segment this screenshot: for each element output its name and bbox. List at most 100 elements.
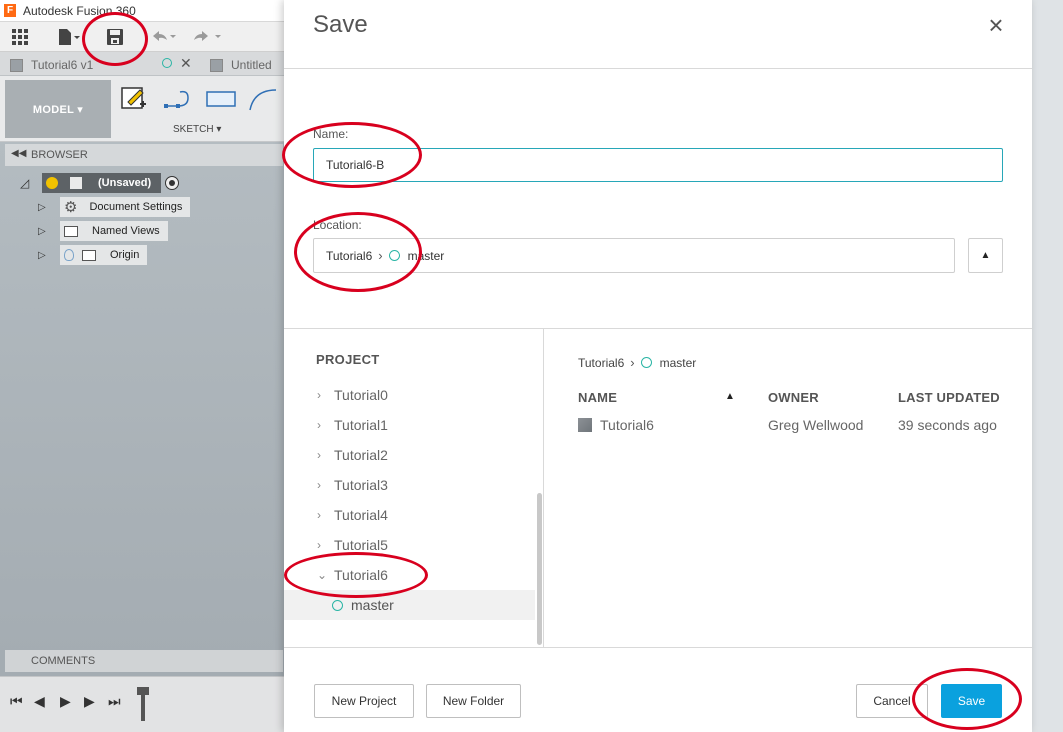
component-icon xyxy=(70,177,82,189)
column-last-updated[interactable]: LAST UPDATED xyxy=(898,390,1000,405)
save-icon[interactable] xyxy=(104,27,126,47)
lightbulb-icon[interactable] xyxy=(46,177,58,189)
project-item[interactable]: › Tutorial1 xyxy=(284,410,535,440)
go-to-start-icon[interactable]: ⏮ xyxy=(10,693,23,710)
go-to-end-icon[interactable]: ⏭ xyxy=(108,693,121,710)
browser-root-row[interactable]: ◿ (Unsaved) xyxy=(20,173,180,193)
project-item-expanded[interactable]: ⌄ Tutorial6 xyxy=(284,560,535,590)
file-name: Tutorial6 xyxy=(600,417,654,433)
play-icon[interactable]: ▶ xyxy=(60,693,71,710)
project-item[interactable]: › Tutorial2 xyxy=(284,440,535,470)
browser-title: BROWSER xyxy=(31,149,88,161)
save-dialog: Save × Name: Location: Tutorial6 › maste… xyxy=(284,0,1032,732)
column-owner[interactable]: OWNER xyxy=(768,390,819,405)
step-back-icon[interactable]: ◀ xyxy=(34,693,45,710)
project-label: Tutorial6 xyxy=(334,567,388,583)
app-title: Autodesk Fusion 360 xyxy=(23,4,136,18)
project-item[interactable]: › Tutorial0 xyxy=(284,380,535,410)
timeline-marker[interactable] xyxy=(137,687,149,721)
workspace-switcher-button[interactable]: MODEL ▾ xyxy=(5,80,111,138)
chevron-right-icon: › xyxy=(317,538,321,552)
new-folder-button[interactable]: New Folder xyxy=(426,684,521,718)
new-project-button[interactable]: New Project xyxy=(314,684,414,718)
comments-bar[interactable]: COMMENTS xyxy=(5,650,283,672)
folder-icon xyxy=(64,225,78,237)
tree-label: Origin xyxy=(110,249,140,261)
dialog-title: Save xyxy=(313,11,368,38)
project-item[interactable]: › Tutorial3 xyxy=(284,470,535,500)
rectangle-tool-icon[interactable] xyxy=(204,86,238,117)
project-item[interactable]: › Tutorial5 xyxy=(284,530,535,560)
collapse-browser-icon[interactable]: ◀◀ xyxy=(11,148,26,159)
folder-ring-icon xyxy=(388,250,400,261)
tree-chip[interactable]: Origin xyxy=(60,245,148,265)
design-cube-icon xyxy=(578,418,592,432)
grid-menu-icon[interactable] xyxy=(10,27,30,47)
save-button[interactable]: Save xyxy=(941,684,1002,718)
sketch-menu-label[interactable]: SKETCH ▾ xyxy=(173,124,221,135)
tree-chip[interactable]: ⚙ Document Settings xyxy=(60,197,191,217)
chevron-right-icon: › xyxy=(317,448,321,462)
expand-triangle-icon[interactable]: ◿ xyxy=(20,176,34,190)
sketch-tools xyxy=(118,84,288,114)
arc-tool-icon[interactable] xyxy=(246,86,280,117)
folder-ring-icon xyxy=(332,599,343,611)
tab-label: Untitled xyxy=(231,58,272,72)
collapse-location-button[interactable]: ▲ xyxy=(968,238,1003,273)
gear-icon: ⚙ xyxy=(64,199,78,216)
location-field[interactable]: Tutorial6 › master xyxy=(313,238,955,273)
line-tool-icon[interactable] xyxy=(162,86,196,117)
divider xyxy=(284,68,1032,69)
folder-label: master xyxy=(351,597,394,613)
file-updated: 39 seconds ago xyxy=(898,417,997,433)
step-forward-icon[interactable]: ▶ xyxy=(84,693,95,710)
file-menu-icon[interactable] xyxy=(54,27,84,47)
folder-item-master[interactable]: master xyxy=(284,590,535,620)
close-tab-icon[interactable]: ✕ xyxy=(180,55,192,72)
project-label: Tutorial0 xyxy=(334,387,388,403)
expand-arrow-icon[interactable]: ▷ xyxy=(38,202,50,213)
expand-arrow-icon[interactable]: ▷ xyxy=(38,250,50,261)
root-label: (Unsaved) xyxy=(98,177,152,189)
name-input[interactable] xyxy=(313,148,1003,182)
browser-item-named-views[interactable]: ▷ Named Views xyxy=(38,221,168,241)
close-icon[interactable]: × xyxy=(984,12,1008,38)
activate-radio-icon[interactable] xyxy=(165,176,180,190)
chevron-right-icon: › xyxy=(317,388,321,402)
breadcrumb-folder[interactable]: master xyxy=(660,356,697,370)
breadcrumb: Tutorial6 › master xyxy=(578,355,696,370)
column-name[interactable]: NAME xyxy=(578,390,617,405)
project-item[interactable]: › Tutorial4 xyxy=(284,500,535,530)
file-owner: Greg Wellwood xyxy=(768,417,864,433)
tab-tutorial6[interactable]: Tutorial6 v1 ✕ xyxy=(10,54,200,76)
chevron-right-icon: › xyxy=(317,508,321,522)
redo-icon[interactable] xyxy=(190,27,224,47)
project-label: Tutorial1 xyxy=(334,417,388,433)
browser-item-origin[interactable]: ▷ Origin xyxy=(38,245,148,265)
root-node[interactable]: (Unsaved) xyxy=(42,173,162,193)
sort-ascending-icon[interactable]: ▲ xyxy=(725,391,735,402)
file-row-name[interactable]: Tutorial6 xyxy=(578,417,654,433)
undo-icon[interactable] xyxy=(150,27,178,47)
cube-icon xyxy=(10,58,23,72)
scrollbar[interactable] xyxy=(537,493,542,645)
create-sketch-icon[interactable] xyxy=(120,86,148,117)
project-label: Tutorial4 xyxy=(334,507,388,523)
browser-item-document-settings[interactable]: ▷ ⚙ Document Settings xyxy=(38,197,191,217)
cancel-button[interactable]: Cancel xyxy=(856,684,928,718)
tree-chip[interactable]: Named Views xyxy=(60,221,168,241)
browser-header[interactable]: ◀◀ BROWSER xyxy=(5,144,283,166)
location-label: Location: xyxy=(313,218,362,232)
project-header: PROJECT xyxy=(316,352,380,367)
location-project: Tutorial6 xyxy=(326,248,373,263)
chevron-right-icon: › xyxy=(317,478,321,492)
timeline-controls: ⏮ ◀ ▶ ▶ ⏭ xyxy=(0,676,284,732)
lightbulb-off-icon[interactable] xyxy=(64,249,74,261)
project-label: Tutorial3 xyxy=(334,477,388,493)
project-list: PROJECT › Tutorial0 › Tutorial1 › Tutorial2… xyxy=(284,329,544,647)
name-label: Name: xyxy=(313,127,349,141)
breadcrumb-project[interactable]: Tutorial6 xyxy=(578,356,624,370)
folder-ring-icon xyxy=(640,357,652,368)
tab-untitled[interactable]: Untitled xyxy=(210,54,290,76)
expand-arrow-icon[interactable]: ▷ xyxy=(38,226,50,237)
